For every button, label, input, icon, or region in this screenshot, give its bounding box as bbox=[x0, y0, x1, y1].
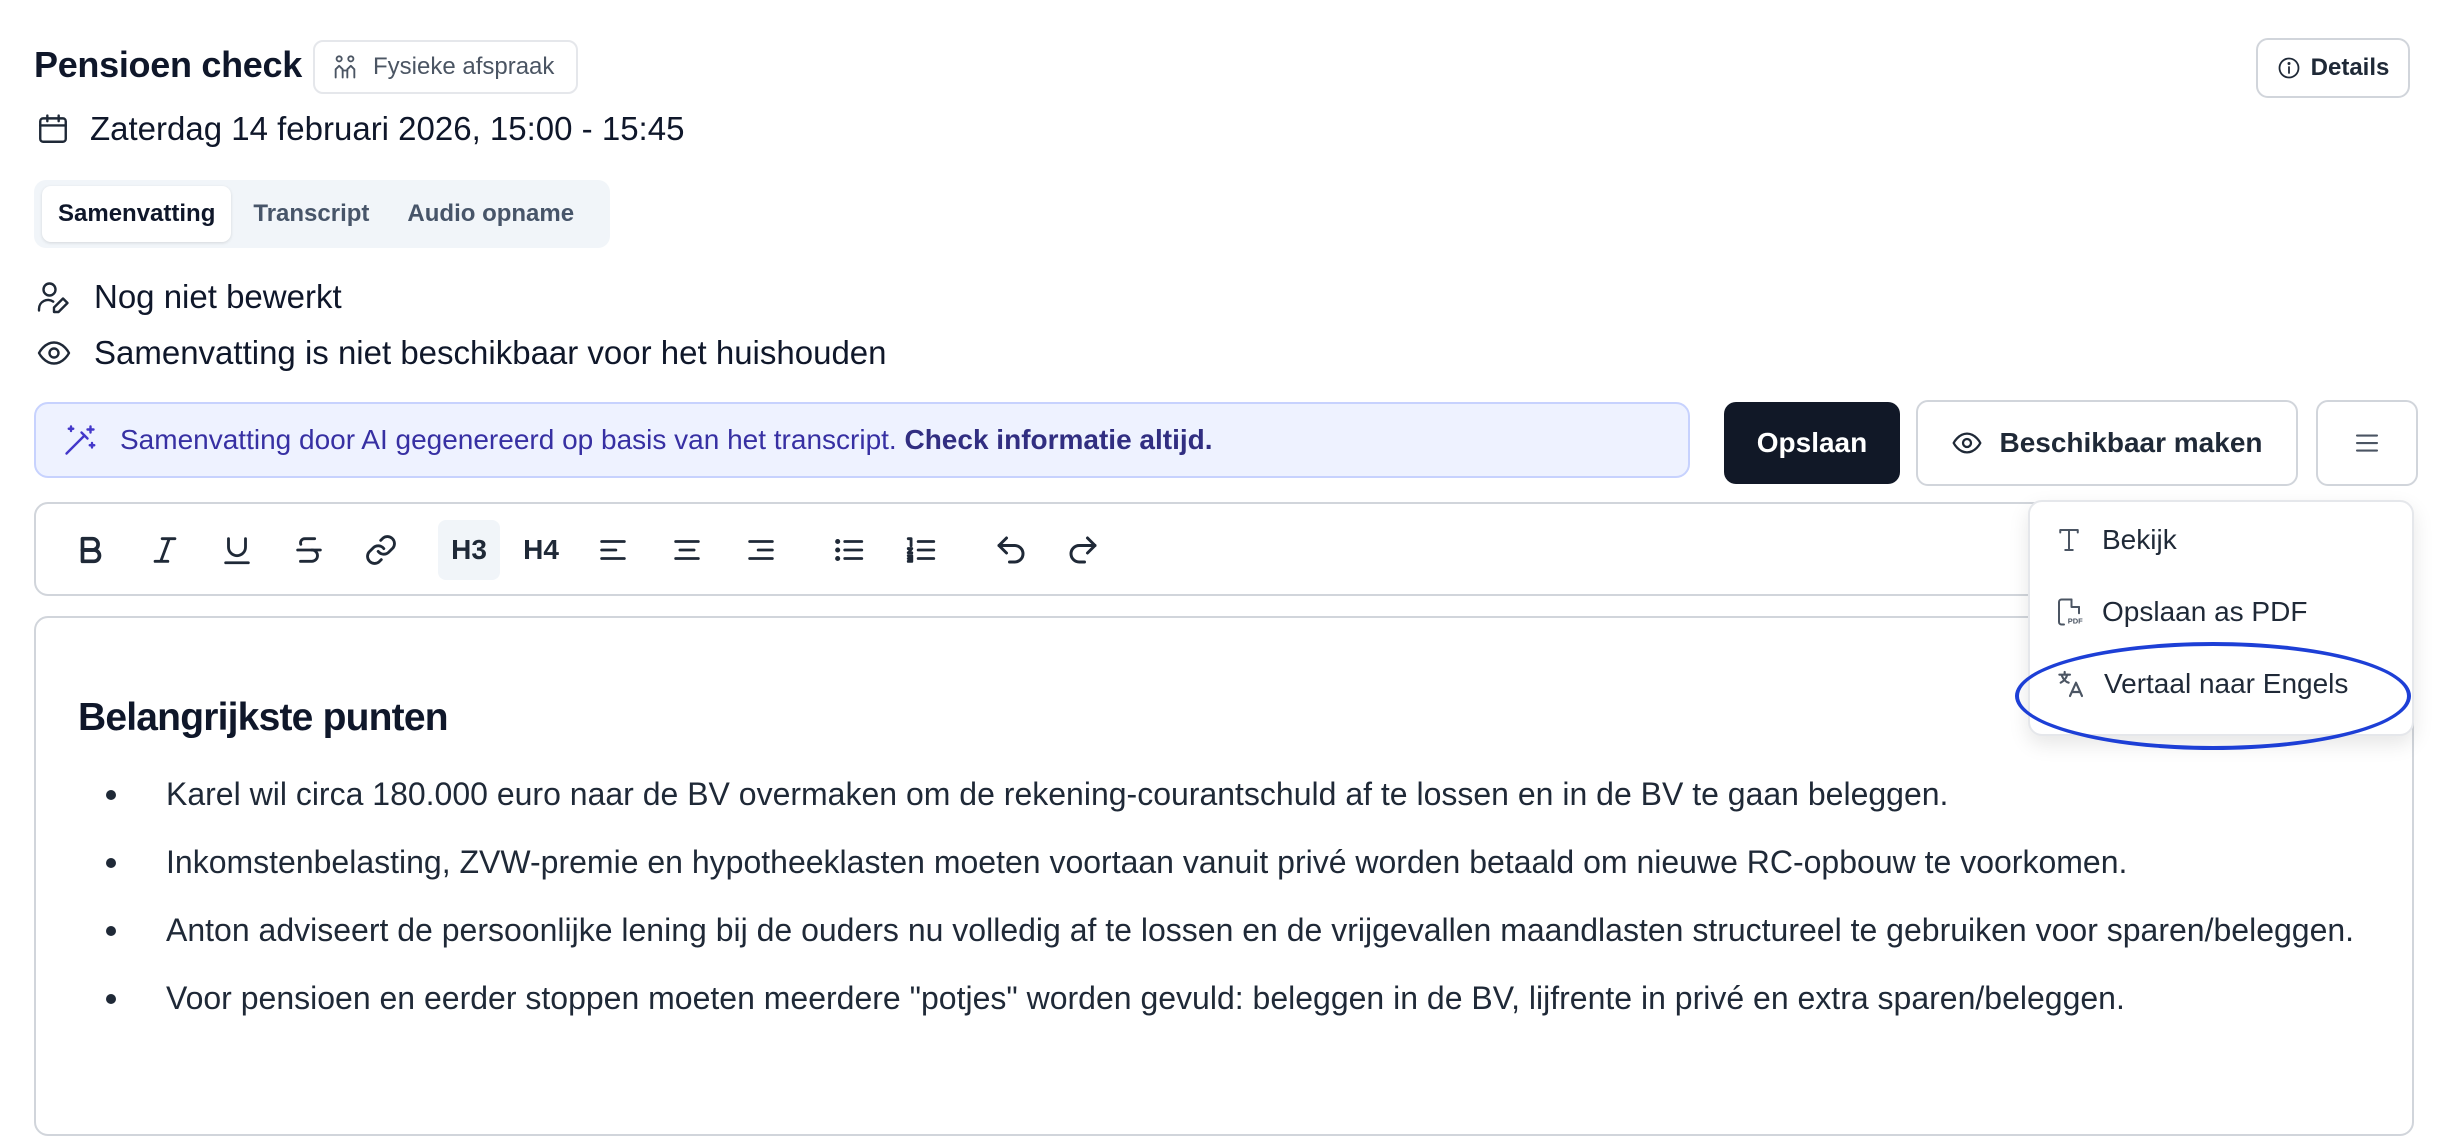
view-tabs: Samenvatting Transcript Audio opname bbox=[34, 180, 610, 248]
align-right-icon bbox=[748, 540, 774, 560]
save-button[interactable]: Opslaan bbox=[1724, 402, 1900, 484]
underline-icon bbox=[224, 537, 250, 565]
edit-status-text: Nog niet bewerkt bbox=[94, 278, 342, 315]
heading-3-button[interactable]: H3 bbox=[438, 520, 500, 580]
numbered-list-button[interactable] bbox=[890, 520, 952, 580]
type-icon bbox=[2054, 525, 2084, 555]
user-edit-icon bbox=[36, 279, 72, 315]
bullet-list-icon bbox=[835, 538, 864, 562]
menu-item-label: Bekijk bbox=[2102, 524, 2177, 555]
redo-icon bbox=[1069, 536, 1097, 564]
list-item: Inkomstenbelasting, ZVW-premie en hypoth… bbox=[36, 836, 2386, 888]
summary-bullet-list: Karel wil circa 180.000 euro naar de BV … bbox=[36, 768, 2386, 1040]
eye-icon bbox=[36, 335, 72, 371]
tab-audio-opname[interactable]: Audio opname bbox=[391, 186, 590, 242]
tab-samenvatting[interactable]: Samenvatting bbox=[42, 186, 232, 242]
underline-button[interactable] bbox=[206, 520, 268, 580]
strikethrough-button[interactable] bbox=[278, 520, 340, 580]
numbered-list-icon bbox=[906, 537, 936, 563]
meeting-datetime: Zaterdag 14 februari 2026, 15:00 - 15:45 bbox=[36, 110, 684, 148]
undo-button[interactable] bbox=[980, 520, 1042, 580]
align-left-button[interactable] bbox=[582, 520, 644, 580]
hamburger-menu-icon bbox=[2352, 428, 2382, 458]
bullet-list-button[interactable] bbox=[818, 520, 880, 580]
heading-4-button[interactable]: H4 bbox=[510, 520, 572, 580]
info-icon bbox=[2277, 56, 2301, 80]
align-center-button[interactable] bbox=[656, 520, 718, 580]
make-available-label: Beschikbaar maken bbox=[1999, 427, 2263, 458]
menu-item-vertaal-engels[interactable]: Vertaal naar Engels bbox=[2054, 668, 2348, 700]
translate-icon bbox=[2054, 668, 2086, 700]
heading-4-label: H4 bbox=[523, 534, 559, 565]
details-button[interactable]: Details bbox=[2256, 38, 2410, 98]
pdf-file-icon: PDF bbox=[2054, 597, 2084, 627]
align-left-icon bbox=[600, 540, 626, 560]
italic-icon bbox=[153, 537, 177, 563]
align-center-icon bbox=[674, 540, 700, 560]
more-menu-button[interactable] bbox=[2316, 400, 2418, 486]
people-icon bbox=[331, 53, 359, 81]
menu-item-opslaan-pdf[interactable]: PDF Opslaan as PDF bbox=[2054, 596, 2307, 628]
details-label: Details bbox=[2310, 54, 2390, 81]
ai-notice-banner: Samenvatting door AI gegenereerd op basi… bbox=[34, 402, 1690, 478]
link-button[interactable] bbox=[350, 520, 412, 580]
tab-transcript[interactable]: Transcript bbox=[237, 186, 385, 242]
editor-heading: Belangrijkste punten bbox=[78, 696, 449, 739]
magic-wand-icon bbox=[62, 422, 98, 458]
strikethrough-icon bbox=[296, 537, 322, 563]
ai-notice-emphasis: Check informatie altijd. bbox=[904, 424, 1213, 455]
datetime-text: Zaterdag 14 februari 2026, 15:00 - 15:45 bbox=[90, 110, 685, 147]
list-item: Karel wil circa 180.000 euro naar de BV … bbox=[36, 768, 2386, 820]
visibility-status-text: Samenvatting is niet beschikbaar voor he… bbox=[94, 334, 887, 371]
ai-notice-text: Samenvatting door AI gegenereerd op basi… bbox=[120, 424, 1213, 455]
list-item: Anton adviseert de persoonlijke lening b… bbox=[36, 904, 2386, 956]
svg-text:PDF: PDF bbox=[2068, 616, 2083, 625]
italic-button[interactable] bbox=[134, 520, 196, 580]
menu-item-label: Opslaan as PDF bbox=[2102, 596, 2308, 627]
undo-icon bbox=[997, 536, 1025, 564]
eye-icon bbox=[1951, 427, 1983, 459]
heading-3-label: H3 bbox=[451, 534, 487, 565]
visibility-status: Samenvatting is niet beschikbaar voor he… bbox=[36, 334, 887, 372]
page-title: Pensioen check bbox=[34, 44, 302, 85]
calendar-icon bbox=[36, 112, 70, 146]
make-available-button[interactable]: Beschikbaar maken bbox=[1916, 400, 2298, 486]
link-icon bbox=[366, 535, 396, 565]
meeting-type-badge: Fysieke afspraak bbox=[313, 40, 579, 94]
redo-button[interactable] bbox=[1052, 520, 1114, 580]
bold-icon bbox=[80, 536, 102, 564]
list-item: Voor pensioen en eerder stoppen moeten m… bbox=[36, 972, 2386, 1024]
align-right-button[interactable] bbox=[730, 520, 792, 580]
menu-item-bekijk[interactable]: Bekijk bbox=[2054, 524, 2177, 556]
meeting-type-label: Fysieke afspraak bbox=[373, 53, 555, 80]
edit-status: Nog niet bewerkt bbox=[36, 278, 342, 316]
more-actions-dropdown: Bekijk PDF Opslaan as PDF Vertaal naar E… bbox=[2028, 500, 2414, 736]
menu-item-label: Vertaal naar Engels bbox=[2104, 668, 2349, 699]
bold-button[interactable] bbox=[60, 520, 122, 580]
